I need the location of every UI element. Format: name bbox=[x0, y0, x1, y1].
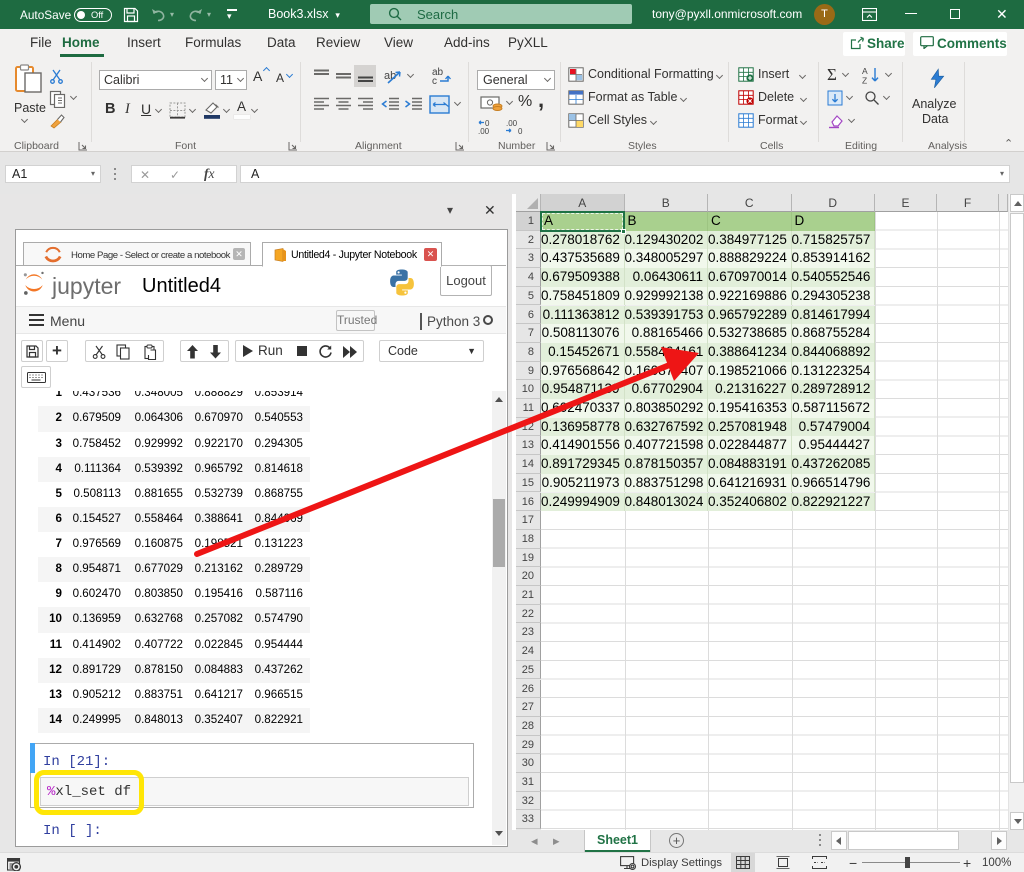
svg-text:.00: .00 bbox=[506, 119, 518, 128]
svg-text:Z: Z bbox=[862, 76, 867, 85]
svg-text:A: A bbox=[862, 66, 868, 76]
svg-text:0: 0 bbox=[518, 127, 523, 135]
svg-text:c: c bbox=[432, 76, 437, 87]
svg-text:.00: .00 bbox=[478, 127, 490, 135]
